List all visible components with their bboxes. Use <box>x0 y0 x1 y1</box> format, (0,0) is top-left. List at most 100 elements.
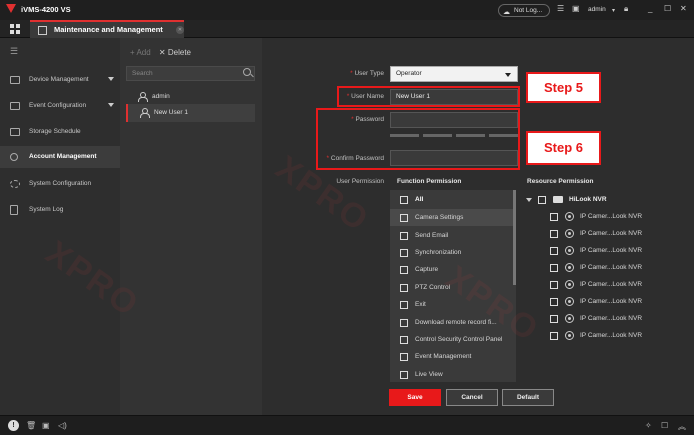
checkbox[interactable] <box>538 196 546 204</box>
camera-label: IP Camer...Look NVR <box>580 298 643 305</box>
checkbox[interactable] <box>400 266 408 274</box>
resource-camera-item[interactable]: IP Camer...Look NVR <box>520 225 680 242</box>
resource-camera-item[interactable]: IP Camer...Look NVR <box>520 276 680 293</box>
user-list-item-new-user-1[interactable]: New User 1 <box>126 104 255 122</box>
video-icon[interactable]: ▣ <box>42 421 50 430</box>
pin-icon[interactable]: ✧ <box>645 421 652 430</box>
sidebar-item-system-log[interactable]: System Log <box>0 199 120 221</box>
checkbox[interactable] <box>550 247 558 255</box>
default-button[interactable]: Default <box>502 389 554 406</box>
resource-camera-item[interactable]: IP Camer...Look NVR <box>520 327 680 344</box>
permission-item-ptz-control[interactable]: PTZ Control <box>390 279 516 296</box>
permission-item-exit[interactable]: Exit <box>390 296 516 313</box>
picture-icon[interactable]: ▣ <box>572 4 580 13</box>
user-type-label: * User Type <box>350 70 384 77</box>
modules-grid-icon[interactable] <box>10 24 20 34</box>
function-permission-list: All Camera Settings Send Email Synchroni… <box>390 190 516 382</box>
checkbox[interactable] <box>550 315 558 323</box>
permission-label: Send Email <box>415 232 449 239</box>
step-6-label: Step 6 <box>526 131 601 165</box>
camera-icon <box>565 229 574 238</box>
sidebar-item-device-management[interactable]: Device Management <box>0 69 120 91</box>
permission-item-all[interactable]: All <box>390 191 516 208</box>
user-type-select[interactable]: Operator <box>390 66 518 82</box>
function-permission-scrollbar[interactable] <box>513 190 516 285</box>
current-user[interactable]: admin <box>588 6 606 13</box>
list-icon[interactable]: ☰ <box>557 4 564 13</box>
cloud-login-status[interactable]: ☁ Not Log... <box>498 4 550 17</box>
checkbox[interactable] <box>400 196 408 204</box>
permission-item-live-view[interactable]: Live View <box>390 366 516 382</box>
tab-close-icon[interactable]: ✕ <box>176 26 184 34</box>
collapse-up-icon[interactable]: ︽ <box>678 421 686 432</box>
save-button[interactable]: Save <box>389 389 441 406</box>
resource-camera-item[interactable]: IP Camer...Look NVR <box>520 208 680 225</box>
checkbox[interactable] <box>400 284 408 292</box>
checkbox[interactable] <box>550 298 558 306</box>
permission-item-send-email[interactable]: Send Email <box>390 227 516 244</box>
resource-root-hilook-nvr[interactable]: HiLook NVR <box>520 191 680 208</box>
resource-camera-item[interactable]: IP Camer...Look NVR <box>520 242 680 259</box>
tab-maintenance-management[interactable]: Maintenance and Management ✕ <box>30 20 184 38</box>
delete-user-button[interactable]: ✕ Delete <box>159 48 191 57</box>
sidebar-collapse-icon[interactable]: ☰ <box>10 46 18 57</box>
resource-camera-item[interactable]: IP Camer...Look NVR <box>520 293 680 310</box>
checkbox[interactable] <box>550 264 558 272</box>
lock-icon[interactable]: 🔒︎ <box>624 4 628 14</box>
camera-label: IP Camer...Look NVR <box>580 264 643 271</box>
checkbox[interactable] <box>550 230 558 238</box>
checkbox[interactable] <box>400 371 408 379</box>
permission-item-download-remote-record[interactable]: Download remote record fi... <box>390 314 516 331</box>
chevron-down-icon <box>108 103 114 107</box>
close-icon[interactable]: ✕ <box>680 4 687 13</box>
checkbox[interactable] <box>550 213 558 221</box>
permission-item-synchronization[interactable]: Synchronization <box>390 244 516 261</box>
permission-item-capture[interactable]: Capture <box>390 261 516 278</box>
sidebar-item-label: Storage Schedule <box>29 128 81 135</box>
checkbox[interactable] <box>400 232 408 240</box>
sidebar-item-event-configuration[interactable]: Event Configuration <box>0 95 120 117</box>
user-menu-chevron-icon[interactable]: ▾ <box>612 7 615 14</box>
sidebar-item-label: Event Configuration <box>29 102 87 109</box>
app-logo-icon <box>6 4 16 13</box>
maintenance-icon <box>38 26 47 35</box>
user-type-value: Operator <box>396 70 422 77</box>
event-icon <box>10 102 20 110</box>
sidebar-item-system-configuration[interactable]: System Configuration <box>0 173 120 195</box>
resource-camera-item[interactable]: IP Camer...Look NVR <box>520 259 680 276</box>
resource-camera-item[interactable]: IP Camer...Look NVR <box>520 310 680 327</box>
sidebar-item-storage-schedule[interactable]: Storage Schedule <box>0 121 120 143</box>
search-icon[interactable] <box>243 68 251 76</box>
chevron-down-icon[interactable] <box>526 198 532 202</box>
sidebar-item-account-management[interactable]: Account Management <box>0 146 120 168</box>
checkbox[interactable] <box>550 281 558 289</box>
minimize-icon[interactable]: _ <box>648 4 652 13</box>
camera-label: IP Camer...Look NVR <box>580 332 643 339</box>
trash-icon[interactable]: 🗑︎ <box>26 421 36 430</box>
permission-label: Download remote record fi... <box>415 319 497 326</box>
permission-item-control-security-panel[interactable]: Control Security Control Panel <box>390 331 516 348</box>
checkbox[interactable] <box>400 301 408 309</box>
window-icon[interactable]: ☐ <box>661 421 668 430</box>
checkbox[interactable] <box>400 214 408 222</box>
tab-bar: Maintenance and Management ✕ <box>0 20 694 38</box>
alarm-icon[interactable]: ! <box>8 420 19 431</box>
maximize-icon[interactable]: ☐ <box>664 4 671 13</box>
permission-item-event-management[interactable]: Event Management <box>390 348 516 365</box>
checkbox[interactable] <box>400 353 408 361</box>
sidebar-item-label: System Log <box>29 206 64 213</box>
checkbox[interactable] <box>400 249 408 257</box>
checkbox[interactable] <box>550 332 558 340</box>
cancel-button[interactable]: Cancel <box>446 389 498 406</box>
checkbox[interactable] <box>400 319 408 327</box>
title-bar: iVMS-4200 VS ☁ Not Log... ☰ ▣ admin ▾ 🔒︎… <box>0 0 694 20</box>
camera-label: IP Camer...Look NVR <box>580 230 643 237</box>
cloud-icon: ☁ <box>503 9 510 16</box>
permission-label: Control Security Control Panel <box>415 336 503 343</box>
permission-item-camera-settings[interactable]: Camera Settings <box>390 209 516 226</box>
add-user-button[interactable]: + Add <box>130 48 151 57</box>
user-search-input[interactable]: Search <box>126 66 255 81</box>
checkbox[interactable] <box>400 336 408 344</box>
volume-icon[interactable]: ◁) <box>58 421 67 430</box>
camera-icon <box>565 212 574 221</box>
